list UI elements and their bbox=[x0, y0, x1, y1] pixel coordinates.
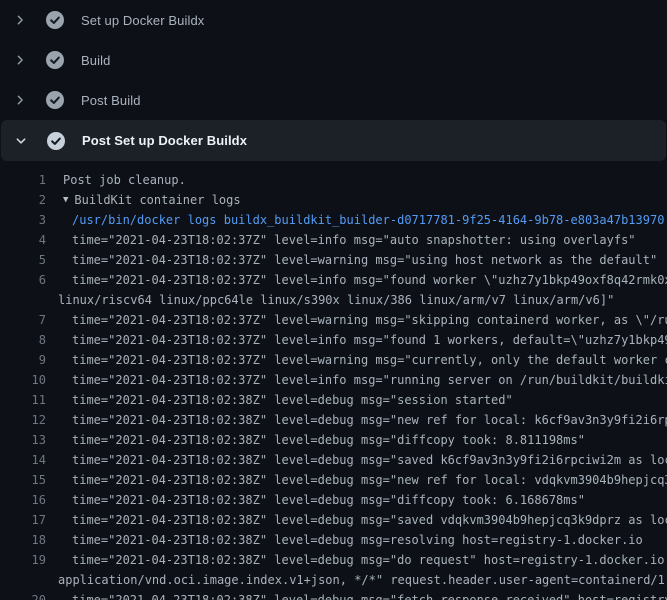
log-text: time="2021-04-23T18:02:38Z" level=debug … bbox=[46, 550, 667, 570]
step-row-post-build[interactable]: Post Build bbox=[0, 80, 667, 120]
log-text: time="2021-04-23T18:02:37Z" level=warnin… bbox=[46, 310, 667, 330]
log-line-group-header[interactable]: 2 ▼ BuildKit container logs bbox=[0, 190, 667, 210]
log-group-header[interactable]: ▼ BuildKit container logs bbox=[46, 190, 667, 210]
step-label: Build bbox=[81, 53, 110, 68]
line-number[interactable]: 14 bbox=[0, 450, 46, 470]
group-toggle-icon[interactable]: ▼ bbox=[63, 190, 68, 210]
log-line: 13 time="2021-04-23T18:02:38Z" level=deb… bbox=[0, 430, 667, 450]
log-line: 12 time="2021-04-23T18:02:38Z" level=deb… bbox=[0, 410, 667, 430]
check-circle-icon bbox=[46, 51, 64, 69]
line-number[interactable]: 3 bbox=[0, 210, 46, 230]
log-line: 15 time="2021-04-23T18:02:38Z" level=deb… bbox=[0, 470, 667, 490]
check-circle-icon bbox=[46, 11, 64, 29]
log-text: time="2021-04-23T18:02:37Z" level=warnin… bbox=[46, 250, 667, 270]
line-number[interactable]: 10 bbox=[0, 370, 46, 390]
log-pane: 1 Post job cleanup. 2 ▼ BuildKit containe… bbox=[0, 161, 667, 600]
log-line: 20 time="2021-04-23T18:02:38Z" level=deb… bbox=[0, 590, 667, 600]
step-label: Post Build bbox=[81, 93, 141, 108]
line-number[interactable]: 1 bbox=[0, 170, 46, 190]
step-row-post-set-up-docker-buildx[interactable]: Post Set up Docker Buildx bbox=[1, 120, 666, 161]
log-line: 7 time="2021-04-23T18:02:37Z" level=warn… bbox=[0, 310, 667, 330]
log-text: time="2021-04-23T18:02:38Z" level=debug … bbox=[46, 590, 667, 600]
chevron-right-icon[interactable] bbox=[12, 92, 28, 108]
line-number[interactable]: 20 bbox=[0, 590, 46, 600]
log-line: 11 time="2021-04-23T18:02:38Z" level=deb… bbox=[0, 390, 667, 410]
step-row-set-up-docker-buildx[interactable]: Set up Docker Buildx bbox=[0, 0, 667, 40]
line-number[interactable]: 6 bbox=[0, 270, 46, 290]
log-command-text: /usr/bin/docker logs buildx_buildkit_bui… bbox=[46, 210, 667, 230]
log-text: time="2021-04-23T18:02:38Z" level=debug … bbox=[46, 510, 667, 530]
log-line: 16 time="2021-04-23T18:02:38Z" level=deb… bbox=[0, 490, 667, 510]
log-line: 10 time="2021-04-23T18:02:37Z" level=inf… bbox=[0, 370, 667, 390]
log-text: time="2021-04-23T18:02:38Z" level=debug … bbox=[46, 430, 667, 450]
log-line: 3 /usr/bin/docker logs buildx_buildkit_b… bbox=[0, 210, 667, 230]
log-line: 8 time="2021-04-23T18:02:37Z" level=info… bbox=[0, 330, 667, 350]
log-line: 18 time="2021-04-23T18:02:38Z" level=deb… bbox=[0, 530, 667, 550]
check-circle-icon bbox=[46, 91, 64, 109]
line-number[interactable]: 7 bbox=[0, 310, 46, 330]
log-text: time="2021-04-23T18:02:38Z" level=debug … bbox=[46, 450, 667, 470]
line-number[interactable]: 4 bbox=[0, 230, 46, 250]
log-text: time="2021-04-23T18:02:37Z" level=info m… bbox=[46, 230, 667, 250]
line-number[interactable]: 19 bbox=[0, 550, 46, 570]
log-text: time="2021-04-23T18:02:38Z" level=debug … bbox=[46, 410, 667, 430]
log-line: 6 time="2021-04-23T18:02:37Z" level=info… bbox=[0, 270, 667, 290]
line-number[interactable]: 15 bbox=[0, 470, 46, 490]
log-text: linux/riscv64 linux/ppc64le linux/s390x … bbox=[46, 290, 667, 310]
line-number[interactable]: 13 bbox=[0, 430, 46, 450]
chevron-right-icon[interactable] bbox=[12, 52, 28, 68]
line-number[interactable]: 17 bbox=[0, 510, 46, 530]
log-line-wrap: application/vnd.oci.image.index.v1+json,… bbox=[0, 570, 667, 590]
chevron-down-icon[interactable] bbox=[13, 133, 29, 149]
line-number[interactable]: 8 bbox=[0, 330, 46, 350]
chevron-right-icon[interactable] bbox=[12, 12, 28, 28]
step-row-build[interactable]: Build bbox=[0, 40, 667, 80]
check-circle-icon bbox=[47, 132, 65, 150]
steps-list: Set up Docker Buildx Build Post Build Po… bbox=[0, 0, 667, 161]
line-number[interactable]: 18 bbox=[0, 530, 46, 550]
log-line: 19 time="2021-04-23T18:02:38Z" level=deb… bbox=[0, 550, 667, 570]
line-number[interactable]: 11 bbox=[0, 390, 46, 410]
log-line: 9 time="2021-04-23T18:02:37Z" level=warn… bbox=[0, 350, 667, 370]
log-text: time="2021-04-23T18:02:37Z" level=warnin… bbox=[46, 350, 667, 370]
log-text: time="2021-04-23T18:02:37Z" level=info m… bbox=[46, 270, 667, 290]
log-line: 5 time="2021-04-23T18:02:37Z" level=warn… bbox=[0, 250, 667, 270]
log-text: time="2021-04-23T18:02:37Z" level=info m… bbox=[46, 370, 667, 390]
log-text: time="2021-04-23T18:02:38Z" level=debug … bbox=[46, 490, 667, 510]
log-line: 17 time="2021-04-23T18:02:38Z" level=deb… bbox=[0, 510, 667, 530]
log-line-wrap: linux/riscv64 linux/ppc64le linux/s390x … bbox=[0, 290, 667, 310]
line-number[interactable]: 5 bbox=[0, 250, 46, 270]
log-text: time="2021-04-23T18:02:37Z" level=info m… bbox=[46, 330, 667, 350]
line-number[interactable]: 2 bbox=[0, 190, 46, 210]
line-number bbox=[0, 290, 46, 310]
line-number[interactable]: 16 bbox=[0, 490, 46, 510]
log-text: BuildKit container logs bbox=[74, 190, 240, 210]
log-line: 1 Post job cleanup. bbox=[0, 170, 667, 190]
log-line: 4 time="2021-04-23T18:02:37Z" level=info… bbox=[0, 230, 667, 250]
line-number[interactable]: 9 bbox=[0, 350, 46, 370]
log-text: application/vnd.oci.image.index.v1+json,… bbox=[46, 570, 667, 590]
log-text: time="2021-04-23T18:02:38Z" level=debug … bbox=[46, 470, 667, 490]
step-label: Set up Docker Buildx bbox=[81, 13, 204, 28]
log-text: time="2021-04-23T18:02:38Z" level=debug … bbox=[46, 390, 667, 410]
step-label: Post Set up Docker Buildx bbox=[82, 133, 247, 148]
log-text: time="2021-04-23T18:02:38Z" level=debug … bbox=[46, 530, 667, 550]
log-text: Post job cleanup. bbox=[46, 170, 667, 190]
line-number bbox=[0, 570, 46, 590]
line-number[interactable]: 12 bbox=[0, 410, 46, 430]
log-line: 14 time="2021-04-23T18:02:38Z" level=deb… bbox=[0, 450, 667, 470]
